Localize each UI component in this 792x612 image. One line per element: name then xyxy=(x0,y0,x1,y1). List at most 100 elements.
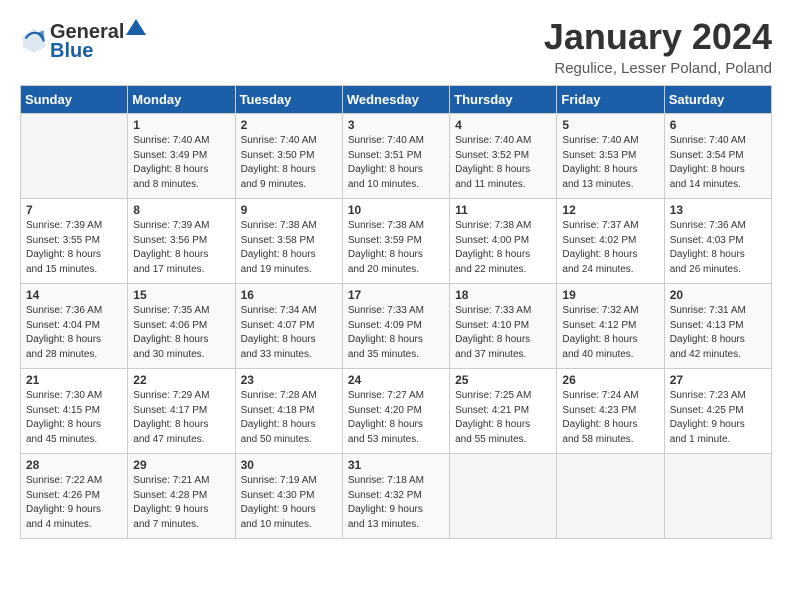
calendar-cell: 31 Sunrise: 7:18 AMSunset: 4:32 PMDayligh… xyxy=(342,454,449,539)
day-info: Sunrise: 7:30 AMSunset: 4:15 PMDaylight:… xyxy=(26,389,122,447)
day-number: 17 xyxy=(348,288,444,302)
week-row-5: 28Sunrise: 7:22 AMSunset: 4:26 PMDayligh… xyxy=(21,454,772,539)
day-info: Sunrise: 7:35 AMSunset: 4:06 PMDaylight:… xyxy=(133,304,229,362)
day-info: Sunrise: 7:40 AMSunset: 3:53 PMDaylight:… xyxy=(562,134,658,192)
calendar-cell xyxy=(450,454,557,539)
calendar-cell: 29Sunrise: 7:21 AMSunset: 4:28 PMDayligh… xyxy=(128,454,235,539)
header-monday: Monday xyxy=(128,86,235,114)
day-number: 1 xyxy=(133,118,229,132)
day-info: Sunrise: 7:19 AMSunset: 4:30 PMDaylight:… xyxy=(241,474,337,532)
day-info: Sunrise: 7:33 AMSunset: 4:10 PMDaylight:… xyxy=(455,304,551,362)
day-info: Sunrise: 7:40 AMSunset: 3:52 PMDaylight:… xyxy=(455,134,551,192)
calendar-cell: 30 Sunrise: 7:19 AMSunset: 4:30 PMDayligh… xyxy=(235,454,342,539)
title-block: January 2024 Regulice, Lesser Poland, Po… xyxy=(544,16,772,77)
day-info: Sunrise: 7:34 AMSunset: 4:07 PMDaylight:… xyxy=(241,304,337,362)
day-number: 7 xyxy=(26,203,122,217)
calendar-cell: 27Sunrise: 7:23 AMSunset: 4:25 PMDayligh… xyxy=(664,369,771,454)
day-number: 4 xyxy=(455,118,551,132)
calendar-cell: 28Sunrise: 7:22 AMSunset: 4:26 PMDayligh… xyxy=(21,454,128,539)
calendar-cell: 19 Sunrise: 7:32 AMSunset: 4:12 PMDayligh… xyxy=(557,284,664,369)
day-number: 16 xyxy=(241,288,337,302)
calendar-cell: 17 Sunrise: 7:33 AMSunset: 4:09 PMDayligh… xyxy=(342,284,449,369)
day-number: 25 xyxy=(455,373,551,387)
day-info: Sunrise: 7:31 AMSunset: 4:13 PMDaylight:… xyxy=(670,304,766,362)
week-row-1: 1 Sunrise: 7:40 AMSunset: 3:49 PMDaylight… xyxy=(21,114,772,199)
calendar-cell: 3Sunrise: 7:40 AMSunset: 3:51 PMDaylight… xyxy=(342,114,449,199)
day-info: Sunrise: 7:25 AMSunset: 4:21 PMDaylight:… xyxy=(455,389,551,447)
day-number: 2 xyxy=(241,118,337,132)
calendar-cell: 7Sunrise: 7:39 AMSunset: 3:55 PMDaylight… xyxy=(21,199,128,284)
calendar-cell: 11Sunrise: 7:38 AMSunset: 4:00 PMDayligh… xyxy=(450,199,557,284)
day-number: 24 xyxy=(348,373,444,387)
calendar-cell: 4 Sunrise: 7:40 AMSunset: 3:52 PMDaylight… xyxy=(450,114,557,199)
day-info: Sunrise: 7:27 AMSunset: 4:20 PMDaylight:… xyxy=(348,389,444,447)
calendar-cell: 26 Sunrise: 7:24 AMSunset: 4:23 PMDayligh… xyxy=(557,369,664,454)
day-info: Sunrise: 7:40 AMSunset: 3:54 PMDaylight:… xyxy=(670,134,766,192)
day-info: Sunrise: 7:38 AMSunset: 3:59 PMDaylight:… xyxy=(348,219,444,277)
header-friday: Friday xyxy=(557,86,664,114)
calendar-cell xyxy=(21,114,128,199)
calendar-table: SundayMondayTuesdayWednesdayThursdayFrid… xyxy=(20,85,772,539)
week-row-4: 21 Sunrise: 7:30 AMSunset: 4:15 PMDayligh… xyxy=(21,369,772,454)
logo-icon xyxy=(20,26,48,54)
day-info: Sunrise: 7:39 AMSunset: 3:56 PMDaylight:… xyxy=(133,219,229,277)
header-row: SundayMondayTuesdayWednesdayThursdayFrid… xyxy=(21,86,772,114)
day-number: 29 xyxy=(133,458,229,472)
calendar-cell: 1 Sunrise: 7:40 AMSunset: 3:49 PMDaylight… xyxy=(128,114,235,199)
calendar-cell: 2Sunrise: 7:40 AMSunset: 3:50 PMDaylight… xyxy=(235,114,342,199)
header-thursday: Thursday xyxy=(450,86,557,114)
day-info: Sunrise: 7:22 AMSunset: 4:26 PMDaylight:… xyxy=(26,474,122,532)
calendar-header: SundayMondayTuesdayWednesdayThursdayFrid… xyxy=(21,86,772,114)
day-number: 14 xyxy=(26,288,122,302)
calendar-cell: 8Sunrise: 7:39 AMSunset: 3:56 PMDaylight… xyxy=(128,199,235,284)
calendar-cell: 24 Sunrise: 7:27 AMSunset: 4:20 PMDayligh… xyxy=(342,369,449,454)
header-wednesday: Wednesday xyxy=(342,86,449,114)
calendar-cell: 10 Sunrise: 7:38 AMSunset: 3:59 PMDayligh… xyxy=(342,199,449,284)
calendar-cell xyxy=(664,454,771,539)
day-number: 31 xyxy=(348,458,444,472)
logo-text: General Blue xyxy=(50,16,148,63)
day-number: 6 xyxy=(670,118,766,132)
calendar-body: 1 Sunrise: 7:40 AMSunset: 3:49 PMDaylight… xyxy=(21,114,772,539)
day-number: 23 xyxy=(241,373,337,387)
day-info: Sunrise: 7:38 AMSunset: 3:58 PMDaylight:… xyxy=(241,219,337,277)
location-subtitle: Regulice, Lesser Poland, Poland xyxy=(544,60,772,77)
calendar-cell: 13 Sunrise: 7:36 AMSunset: 4:03 PMDayligh… xyxy=(664,199,771,284)
header-saturday: Saturday xyxy=(664,86,771,114)
day-info: Sunrise: 7:40 AMSunset: 3:49 PMDaylight:… xyxy=(133,134,229,192)
day-number: 13 xyxy=(670,203,766,217)
day-info: Sunrise: 7:24 AMSunset: 4:23 PMDaylight:… xyxy=(562,389,658,447)
calendar-cell: 21 Sunrise: 7:30 AMSunset: 4:15 PMDayligh… xyxy=(21,369,128,454)
day-info: Sunrise: 7:32 AMSunset: 4:12 PMDaylight:… xyxy=(562,304,658,362)
day-number: 30 xyxy=(241,458,337,472)
day-number: 9 xyxy=(241,203,337,217)
day-number: 11 xyxy=(455,203,551,217)
calendar-cell: 16 Sunrise: 7:34 AMSunset: 4:07 PMDayligh… xyxy=(235,284,342,369)
day-number: 12 xyxy=(562,203,658,217)
logo: General Blue xyxy=(20,16,148,63)
week-row-2: 7Sunrise: 7:39 AMSunset: 3:55 PMDaylight… xyxy=(21,199,772,284)
day-number: 26 xyxy=(562,373,658,387)
day-info: Sunrise: 7:36 AMSunset: 4:04 PMDaylight:… xyxy=(26,304,122,362)
week-row-3: 14 Sunrise: 7:36 AMSunset: 4:04 PMDayligh… xyxy=(21,284,772,369)
day-number: 21 xyxy=(26,373,122,387)
day-number: 10 xyxy=(348,203,444,217)
day-info: Sunrise: 7:18 AMSunset: 4:32 PMDaylight:… xyxy=(348,474,444,532)
calendar-cell: 15 Sunrise: 7:35 AMSunset: 4:06 PMDayligh… xyxy=(128,284,235,369)
calendar-cell: 6 Sunrise: 7:40 AMSunset: 3:54 PMDaylight… xyxy=(664,114,771,199)
day-info: Sunrise: 7:36 AMSunset: 4:03 PMDaylight:… xyxy=(670,219,766,277)
day-number: 15 xyxy=(133,288,229,302)
day-info: Sunrise: 7:33 AMSunset: 4:09 PMDaylight:… xyxy=(348,304,444,362)
day-number: 27 xyxy=(670,373,766,387)
header-sunday: Sunday xyxy=(21,86,128,114)
day-info: Sunrise: 7:28 AMSunset: 4:18 PMDaylight:… xyxy=(241,389,337,447)
day-info: Sunrise: 7:37 AMSunset: 4:02 PMDaylight:… xyxy=(562,219,658,277)
calendar-cell: 23 Sunrise: 7:28 AMSunset: 4:18 PMDayligh… xyxy=(235,369,342,454)
calendar-cell: 25 Sunrise: 7:25 AMSunset: 4:21 PMDayligh… xyxy=(450,369,557,454)
calendar-cell: 5Sunrise: 7:40 AMSunset: 3:53 PMDaylight… xyxy=(557,114,664,199)
calendar-cell: 12 Sunrise: 7:37 AMSunset: 4:02 PMDayligh… xyxy=(557,199,664,284)
day-number: 22 xyxy=(133,373,229,387)
day-number: 19 xyxy=(562,288,658,302)
day-number: 3 xyxy=(348,118,444,132)
calendar-cell: 18Sunrise: 7:33 AMSunset: 4:10 PMDayligh… xyxy=(450,284,557,369)
